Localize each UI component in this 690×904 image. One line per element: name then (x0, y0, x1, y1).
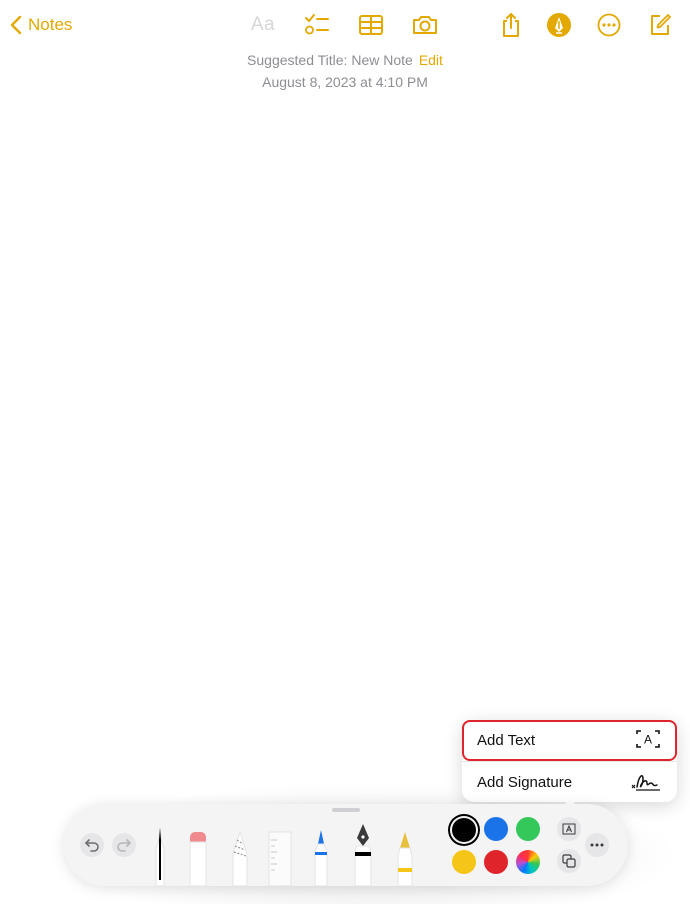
share-button[interactable] (496, 10, 526, 40)
pen-tool[interactable] (152, 828, 168, 886)
markup-add-menu: Add Text A Add Signature (462, 720, 677, 808)
ellipsis-icon (590, 843, 604, 847)
compose-button[interactable] (645, 10, 675, 40)
lasso-tool[interactable] (230, 832, 250, 886)
color-blue[interactable] (484, 817, 508, 841)
color-black[interactable] (452, 818, 476, 842)
edit-title-button[interactable]: Edit (419, 52, 443, 68)
color-red[interactable] (484, 850, 508, 874)
text-box-small-icon (562, 823, 576, 835)
chevron-left-icon (10, 15, 22, 35)
shapes-icon (562, 854, 576, 868)
navigation-bar: Notes Aa (0, 0, 690, 48)
add-signature-menu-item[interactable]: Add Signature (462, 762, 677, 802)
more-button[interactable] (594, 10, 624, 40)
table-icon (359, 15, 383, 35)
markup-pen-icon (547, 13, 571, 37)
marker-tool[interactable] (312, 830, 330, 886)
add-text-label: Add Text (477, 731, 536, 749)
ellipsis-circle-icon (597, 13, 621, 37)
undo-button[interactable] (80, 833, 104, 857)
add-signature-label: Add Signature (477, 773, 573, 791)
markup-button[interactable] (544, 10, 574, 40)
table-button[interactable] (356, 10, 386, 40)
note-datetime: August 8, 2023 at 4:10 PM (262, 74, 428, 90)
checklist-button[interactable] (302, 10, 332, 40)
compose-icon (651, 14, 671, 35)
markup-toolbar (64, 804, 628, 886)
color-green[interactable] (516, 817, 540, 841)
add-text-menu-item[interactable]: Add Text A (462, 720, 677, 761)
crayon-tool[interactable] (396, 832, 414, 886)
undo-icon (85, 839, 99, 852)
toolbar-more-button[interactable] (585, 833, 609, 857)
format-text-icon: Aa (250, 14, 276, 35)
format-button[interactable]: Aa (248, 10, 278, 40)
color-yellow[interactable] (452, 850, 476, 874)
suggested-title-text: Suggested Title: New Note (247, 52, 413, 68)
camera-icon (413, 16, 437, 34)
share-icon (503, 13, 519, 37)
text-box-icon-letter: A (644, 733, 652, 747)
camera-button[interactable] (410, 10, 440, 40)
back-label: Notes (28, 15, 73, 34)
shapes-button[interactable] (557, 849, 581, 873)
eraser-tool[interactable] (188, 830, 208, 886)
add-text-tool-button[interactable] (557, 817, 581, 841)
ruler-tool[interactable] (267, 830, 293, 886)
text-box-icon: A (636, 730, 660, 748)
suggested-title: Suggested Title: New Note Edit (0, 52, 690, 68)
toolbar-grabber[interactable] (332, 808, 360, 812)
fountain-pen-tool[interactable] (352, 824, 374, 886)
signature-icon (631, 774, 660, 791)
color-picker[interactable] (516, 850, 540, 874)
checklist-icon (305, 14, 329, 35)
redo-button[interactable] (112, 833, 136, 857)
redo-icon (117, 839, 131, 852)
back-button[interactable]: Notes (10, 12, 72, 38)
